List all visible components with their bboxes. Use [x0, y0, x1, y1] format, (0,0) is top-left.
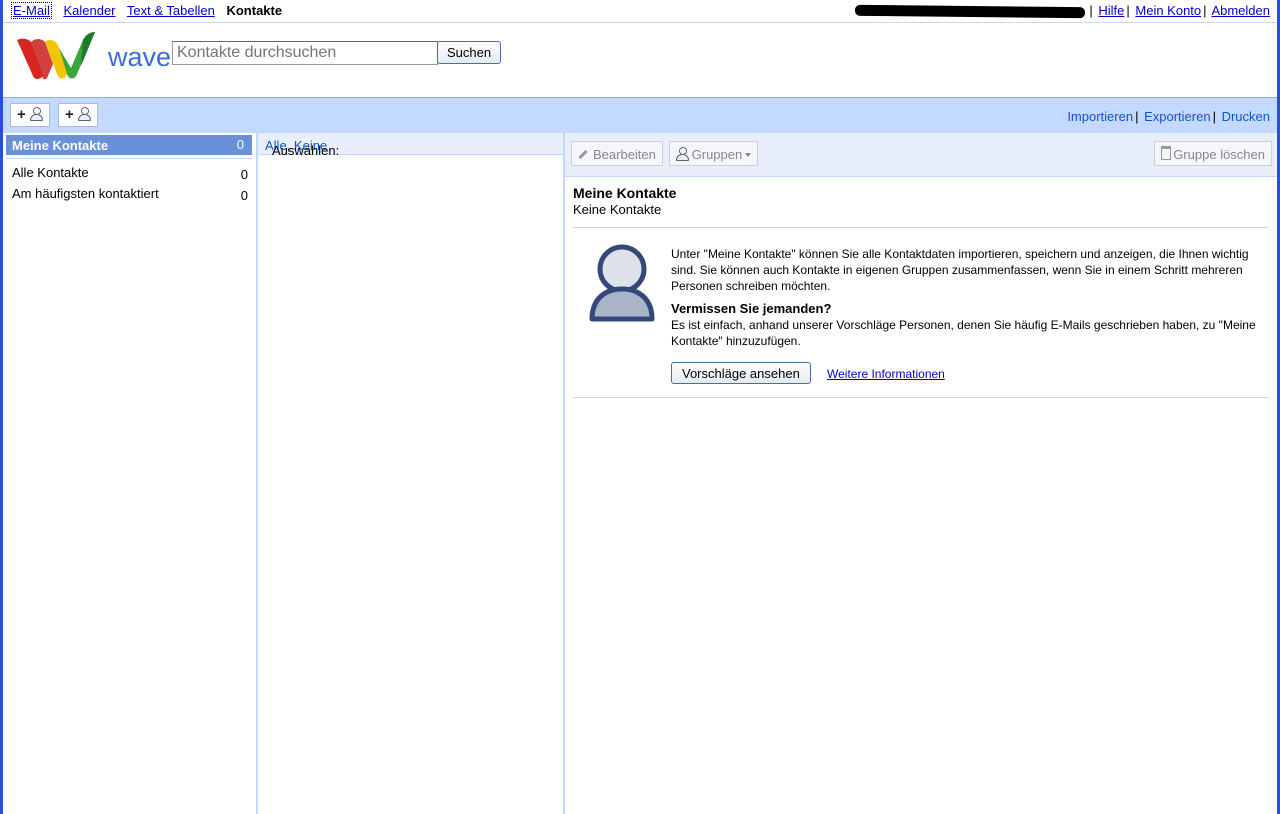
group-icon: [77, 107, 91, 121]
plus-icon: +: [65, 106, 74, 123]
delete-group-button[interactable]: Gruppe löschen: [1154, 141, 1272, 166]
divider: [573, 227, 1269, 228]
select-label: Auswählen:: [272, 143, 340, 158]
export-link[interactable]: Exportieren: [1144, 109, 1210, 124]
person-icon: [29, 107, 43, 121]
group-title: Meine Kontakte: [573, 185, 677, 201]
group-count: 0: [240, 167, 248, 182]
selection-bar: Auswählen: Alle, Keine: [258, 133, 563, 158]
divider: [6, 158, 252, 159]
group-item-my-contacts[interactable]: Meine Kontakte 0: [6, 135, 252, 155]
group-count: 0: [240, 188, 248, 203]
group-item-all-contacts[interactable]: Alle Kontakte 0: [12, 165, 248, 183]
nav-email-link[interactable]: E-Mail: [11, 2, 52, 19]
nav-docs-link[interactable]: Text & Tabellen: [127, 3, 215, 18]
import-link[interactable]: Importieren: [1067, 109, 1133, 124]
sign-out-link[interactable]: Abmelden: [1211, 3, 1270, 18]
groups-dropdown-button[interactable]: Gruppen: [669, 141, 759, 166]
detail-pane: Bearbeiten Gruppen Gruppe löschen Meine …: [565, 133, 1277, 814]
missing-heading: Vermissen Sie jemanden?: [671, 301, 832, 316]
add-contact-button[interactable]: +: [10, 103, 50, 127]
groups-label: Gruppen: [691, 147, 743, 162]
nav-calendar-link[interactable]: Kalender: [63, 3, 115, 18]
nav-contacts-current: Kontakte: [226, 3, 283, 18]
missing-text: Es ist einfach, anhand unserer Vorschläg…: [671, 318, 1256, 348]
trash-icon: [1161, 146, 1172, 160]
edit-label: Bearbeiten: [593, 147, 656, 162]
wave-logo-text: wave: [108, 42, 172, 72]
redacted-account-email: [855, 4, 1086, 19]
intro-text: Unter "Meine Kontakte" können Sie alle K…: [671, 247, 1249, 293]
pencil-icon: [578, 149, 588, 160]
plus-icon: +: [17, 106, 26, 123]
delete-group-label: Gruppe löschen: [1173, 147, 1265, 162]
caret-down-icon: [745, 153, 752, 157]
group-count: 0: [236, 137, 244, 152]
top-nav: E-Mail Kalender Text & Tabellen Kontakte…: [3, 0, 1277, 23]
import-export-links: Importieren | Exportieren | Drucken: [1067, 109, 1270, 124]
print-link[interactable]: Drucken: [1222, 109, 1270, 124]
wave-logo-mark: [17, 32, 95, 80]
help-link[interactable]: Hilfe: [1098, 3, 1124, 18]
group-item-most-contacted[interactable]: Am häufigsten kontaktiert 0: [12, 186, 248, 204]
group-label: Am häufigsten kontaktiert: [12, 186, 159, 201]
contact-list-pane: Auswählen: Alle, Keine: [258, 133, 565, 814]
divider: [573, 397, 1269, 398]
edit-button[interactable]: Bearbeiten: [571, 141, 663, 166]
empty-state-info: Unter "Meine Kontakte" können Sie alle K…: [671, 246, 1261, 356]
my-account-link[interactable]: Mein Konto: [1135, 3, 1201, 18]
group-subtitle: Keine Kontakte: [573, 202, 662, 217]
add-group-button[interactable]: +: [58, 103, 98, 127]
group-icon: [676, 147, 689, 161]
group-label: Alle Kontakte: [12, 165, 89, 180]
person-avatar-icon: [589, 244, 655, 322]
view-suggestions-button[interactable]: Vorschläge ansehen: [671, 362, 811, 384]
header: wave Suchen: [3, 23, 1277, 97]
account-links: | Hilfe | Mein Konto | Abmelden: [855, 3, 1270, 19]
wave-logo[interactable]: wave: [13, 28, 171, 84]
contacts-search-input[interactable]: [172, 41, 438, 65]
action-bar: + + Importieren | Exportieren | Drucken: [3, 97, 1277, 133]
detail-toolbar: Bearbeiten Gruppen Gruppe löschen: [565, 133, 1277, 177]
app-switcher: E-Mail Kalender Text & Tabellen Kontakte: [11, 2, 290, 19]
group-label: Meine Kontakte: [12, 138, 109, 153]
more-info-link[interactable]: Weitere Informationen: [827, 367, 945, 381]
search-button[interactable]: Suchen: [437, 41, 502, 64]
groups-pane: Meine Kontakte 0 Alle Kontakte 0 Am häuf…: [3, 133, 258, 814]
